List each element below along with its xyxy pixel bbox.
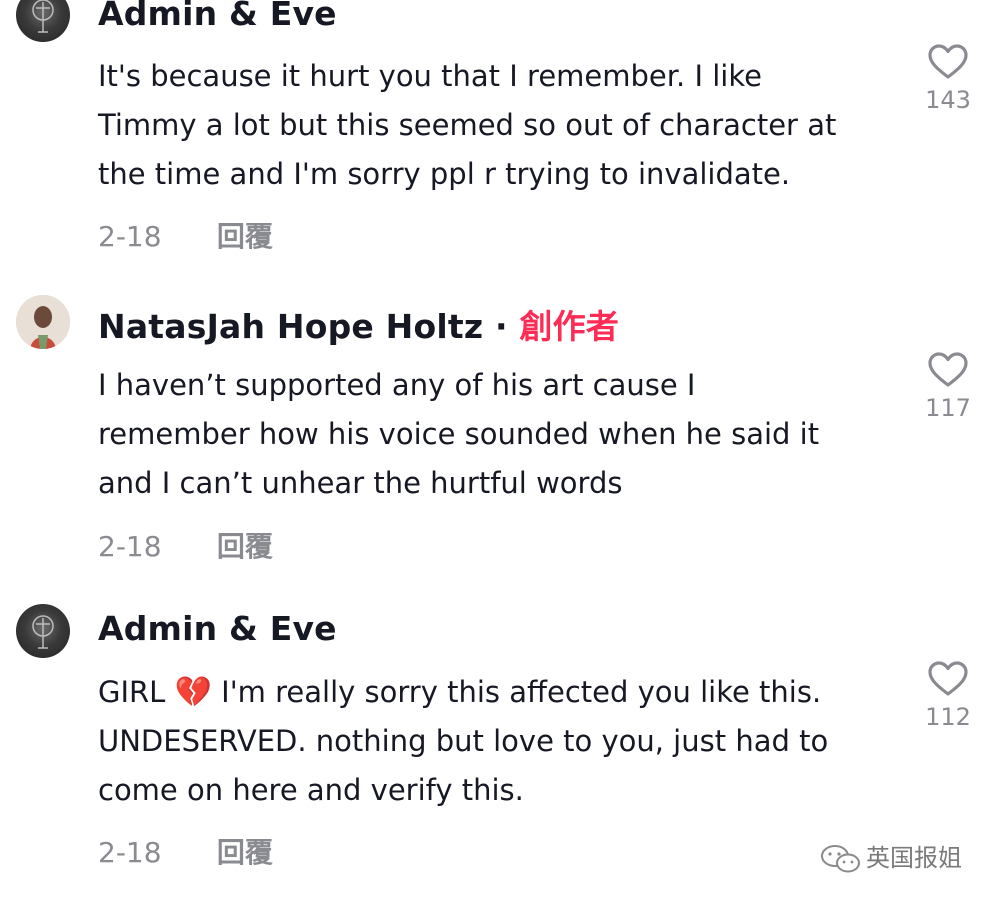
comment-text-prefix: GIRL: [98, 675, 175, 709]
comment-username[interactable]: Admin & Eve: [98, 0, 337, 33]
comment-text: GIRL 💔 I'm really sorry this affected yo…: [98, 668, 898, 815]
watermark: 英国报姐: [820, 838, 962, 874]
like-count: 143: [925, 86, 971, 114]
tree-logo-icon: [32, 0, 54, 33]
heart-icon: [928, 44, 968, 79]
reply-button[interactable]: 回覆: [217, 525, 273, 565]
user-photo-icon: [16, 295, 70, 349]
comment-meta: 2-18 回覆: [98, 525, 273, 565]
comment-date: 2-18: [98, 836, 162, 869]
comment-text: I haven’t supported any of his art cause…: [98, 368, 820, 500]
comment-username-row: NatasJah Hope Holtz · 創作者: [98, 300, 619, 348]
heart-icon: [928, 661, 968, 696]
like-count: 112: [925, 703, 971, 731]
comment-meta: 2-18 回覆: [98, 215, 273, 255]
creator-badge: 創作者: [519, 307, 620, 346]
reply-button[interactable]: 回覆: [217, 831, 273, 871]
avatar[interactable]: [16, 0, 70, 42]
comment-meta: 2-18 回覆: [98, 831, 273, 871]
broken-heart-emoji: 💔: [174, 675, 212, 710]
separator-dot: ·: [494, 307, 508, 346]
comment-date: 2-18: [98, 530, 162, 563]
like-button[interactable]: 112: [920, 661, 976, 731]
comment-username[interactable]: Admin & Eve: [98, 609, 337, 648]
comment-username[interactable]: NatasJah Hope Holtz: [98, 307, 483, 346]
comment-date: 2-18: [98, 220, 162, 253]
avatar[interactable]: [16, 604, 70, 658]
watermark-text: 英国报姐: [866, 844, 962, 872]
like-button[interactable]: 143: [920, 44, 976, 114]
heart-icon: [928, 352, 968, 387]
comment-text: It's because it hurt you that I remember…: [98, 59, 837, 191]
like-button[interactable]: 117: [920, 352, 976, 422]
avatar[interactable]: [16, 295, 70, 349]
reply-button[interactable]: 回覆: [217, 215, 273, 255]
wechat-icon: [821, 845, 860, 873]
tree-logo-icon: [32, 615, 54, 649]
like-count: 117: [925, 394, 971, 422]
